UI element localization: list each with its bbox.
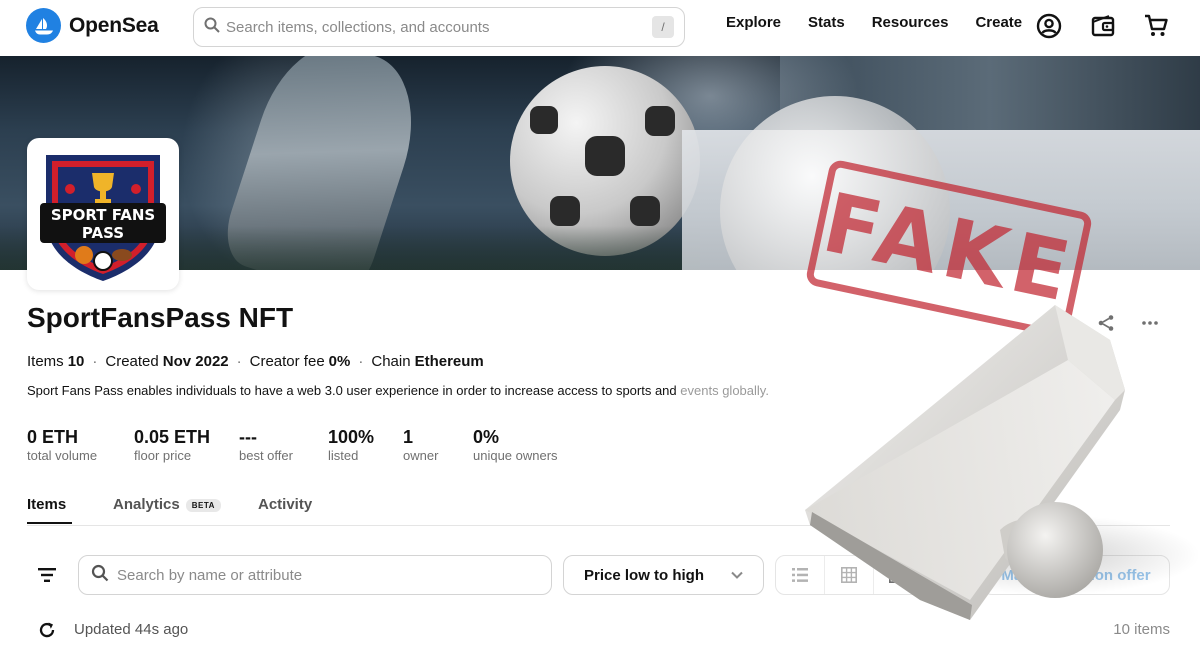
collection-avatar: SPORT FANS PASS [27, 138, 179, 290]
tab-items[interactable]: Items [27, 496, 66, 513]
opensea-logo-icon [26, 8, 61, 43]
global-search-input[interactable] [226, 18, 652, 36]
nav-explore[interactable]: Explore [726, 14, 781, 31]
list-view-icon[interactable] [776, 556, 825, 594]
item-search-input[interactable] [117, 566, 539, 584]
brand-name: OpenSea [69, 13, 159, 37]
search-icon [91, 564, 109, 587]
stat-unique-owners: 0% unique owners [473, 427, 558, 463]
cart-icon[interactable] [1142, 12, 1170, 40]
wallet-icon[interactable] [1089, 12, 1117, 40]
collection-description: Sport Fans Pass enables individuals to h… [27, 383, 769, 398]
active-tab-indicator [27, 522, 72, 524]
meta-created: Created Nov 2022 [105, 353, 229, 370]
stat-total-volume: 0 ETH total volume [27, 427, 98, 463]
grid-large-icon[interactable] [874, 556, 923, 594]
stat-owner: 1 owner [403, 427, 439, 463]
fake-stamp-text: FAKE [815, 175, 1084, 322]
chevron-down-icon [731, 571, 743, 579]
stat-listed: 100% listed [328, 427, 375, 463]
tab-activity[interactable]: Activity [258, 496, 312, 513]
nav-stats[interactable]: Stats [808, 14, 845, 31]
nav-resources[interactable]: Resources [872, 14, 949, 31]
beta-badge: BETA [185, 498, 221, 512]
avatar-line-1: SPORT FANS [51, 206, 155, 224]
share-icon[interactable] [1095, 312, 1117, 334]
stat-best-offer: --- best offer [239, 427, 293, 463]
refresh-icon[interactable] [37, 620, 57, 640]
make-collection-offer-button[interactable]: Make collection offer [982, 555, 1170, 595]
tabs-divider [27, 525, 1170, 526]
description-faded-text[interactable]: events globally. [680, 383, 769, 398]
items-count: 10 items [1113, 621, 1170, 638]
sort-selected-label: Price low to high [584, 566, 705, 584]
sort-dropdown[interactable]: Price low to high [563, 555, 764, 595]
view-mode-toggle [775, 555, 971, 595]
item-search[interactable] [78, 555, 552, 595]
main-nav: Explore Stats Resources Create [726, 14, 1022, 31]
meta-creator-fee: Creator fee 0% [249, 353, 351, 370]
brand[interactable]: OpenSea [26, 8, 159, 43]
more-options-icon[interactable] [1139, 312, 1161, 334]
search-shortcut-key: / [652, 16, 674, 38]
grid-small-icon[interactable] [825, 556, 874, 594]
updated-timestamp: Updated 44s ago [74, 621, 189, 638]
collection-title: SportFansPass NFT [27, 302, 294, 333]
account-icon[interactable] [1035, 12, 1063, 40]
top-navigation-bar: OpenSea / Explore Stats Resources Create [0, 0, 1200, 56]
global-search[interactable]: / [193, 7, 685, 47]
stat-floor-price: 0.05 ETH floor price [134, 427, 211, 463]
avatar-line-2: PASS [82, 224, 124, 242]
nav-create[interactable]: Create [975, 14, 1022, 31]
meta-chain: Chain Ethereum [371, 353, 484, 370]
tab-analytics[interactable]: Analytics BETA [113, 496, 221, 513]
collection-meta: Items 10 · Created Nov 2022 · Creator fee 0… [27, 353, 484, 370]
grid-mosaic-icon[interactable] [922, 556, 970, 594]
filter-toggle-icon[interactable] [30, 558, 64, 592]
search-icon [204, 17, 220, 38]
meta-items: Items 10 [27, 353, 85, 370]
